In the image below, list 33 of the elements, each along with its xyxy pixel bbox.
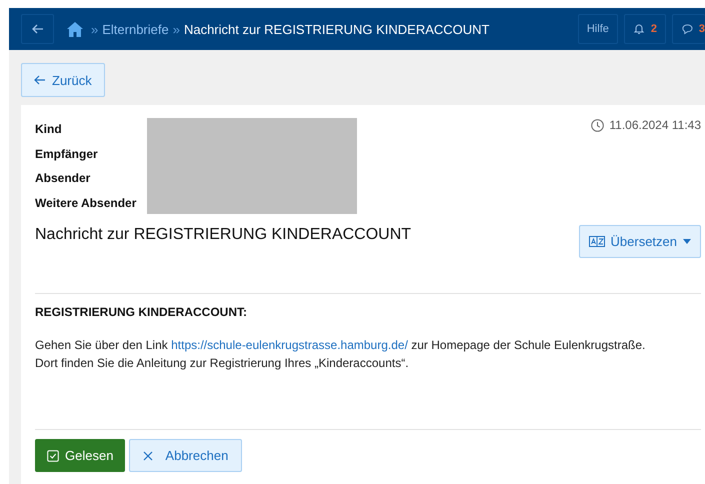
back-arrow-icon [34,75,46,85]
read-button[interactable]: Gelesen [35,439,126,472]
message-count: 3 [698,23,705,35]
message-text: Gehen Sie über den Link https://schule-eulenkrugstrasse.hamburg.de/ zur Homepage der Schule Eulenkrugstraße. Dort finden Sie die Anleitung zur Registrierung Ihres „Kinderaccounts“. [35,337,646,372]
breadcrumb-separator: » [91,22,98,36]
close-icon [143,450,154,460]
help-button[interactable]: Hilfe [578,14,618,44]
message-title: Nachricht zur REGISTRIERUNG KINDERACCOUNT [35,226,412,244]
breadcrumb: Nachricht zur REGISTRIERUNG KINDERACCOUNT [184,22,490,36]
breadcrumb[interactable]: Elternbriefe [102,22,169,36]
home-icon[interactable] [67,22,83,36]
field-label: Empfänger [35,146,99,162]
translate-button[interactable]: Übersetzen [578,225,701,258]
back-button[interactable]: Zurück [21,63,105,97]
breadcrumb-separator: » [172,22,180,36]
field-label: Absender [35,170,92,186]
school-link[interactable]: https://schule-eulenkrugstrasse.hamburg.de/ [171,338,408,352]
field-label: Kind [35,121,63,138]
back-arrow-icon [32,24,44,34]
messages-button[interactable]: 3 [672,14,705,44]
checkbox-icon [47,450,59,462]
caret-icon [683,239,691,244]
back-arrow-button[interactable] [21,14,54,44]
clock-icon [591,118,604,132]
bell-icon [632,23,645,35]
timestamp: 11.06.2024 11:43 [609,118,701,132]
notifications-button[interactable]: 2 [624,14,666,44]
speech-bubble-icon [682,23,693,35]
field-label: Weitere Absender [35,194,138,211]
message-heading: REGISTRIERUNG KINDERACCOUNT: [35,305,248,319]
cancel-button[interactable]: Abbrechen [129,439,242,472]
notification-count: 2 [650,23,657,35]
translate-icon [588,236,605,247]
